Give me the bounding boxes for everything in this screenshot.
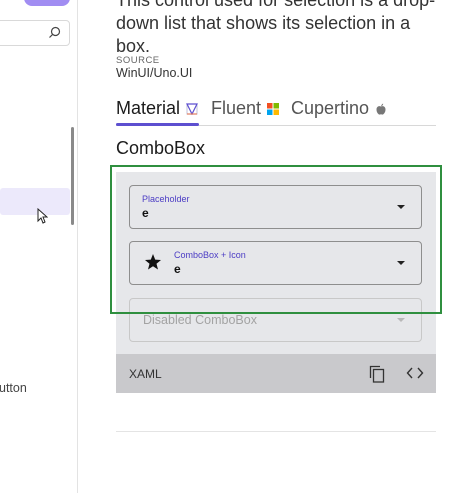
tab-cupertino-label: Cupertino xyxy=(291,98,370,118)
navigation-pane: utton xyxy=(0,0,78,493)
design-tabs: Material Fluent Cupertino xyxy=(116,96,436,126)
disabled-combobox-placeholder: Disabled ComboBox xyxy=(143,313,257,327)
star-icon xyxy=(145,254,161,270)
tab-material-label: Material xyxy=(116,98,181,118)
section-divider xyxy=(116,431,436,432)
chevron-down-icon[interactable] xyxy=(397,261,405,265)
chevron-down-icon xyxy=(397,318,405,322)
tab-cupertino[interactable]: Cupertino xyxy=(291,98,387,126)
source-label: SOURCE xyxy=(116,55,160,66)
mouse-cursor-icon xyxy=(37,208,48,224)
tab-fluent[interactable]: Fluent xyxy=(211,98,280,126)
microsoft-logo-icon xyxy=(267,103,280,115)
combobox-floating-label: Placeholder xyxy=(142,194,190,204)
nav-search-box[interactable] xyxy=(0,20,70,46)
placeholder-combobox[interactable]: Placeholder e xyxy=(129,185,422,229)
nav-item-selected[interactable] xyxy=(0,188,70,215)
combobox-floating-label: ComboBox + Icon xyxy=(174,250,246,260)
disabled-combobox: Disabled ComboBox xyxy=(129,298,422,342)
search-icon[interactable] xyxy=(48,26,61,39)
tab-fluent-label: Fluent xyxy=(211,98,262,118)
source-value: WinUI/Uno.UI xyxy=(116,66,193,80)
code-icon[interactable] xyxy=(406,366,424,380)
xaml-label: XAML xyxy=(129,367,162,381)
active-tab-indicator xyxy=(116,123,199,126)
apple-logo-icon xyxy=(376,103,386,115)
nav-header-button[interactable] xyxy=(24,0,70,6)
chevron-down-icon[interactable] xyxy=(397,205,405,209)
material-logo-icon xyxy=(186,103,199,115)
section-title: ComboBox xyxy=(116,138,206,158)
icon-combobox[interactable]: ComboBox + Icon e xyxy=(129,241,422,285)
combobox-selected-value: e xyxy=(142,206,149,220)
copy-icon[interactable] xyxy=(369,365,385,383)
xaml-toolbar: XAML xyxy=(116,354,436,393)
nav-item-button-label[interactable]: utton xyxy=(0,381,27,395)
control-description: This control used for selection is a dro… xyxy=(116,0,436,56)
combobox-demo-card: Placeholder e ComboBox + Icon e Disabled… xyxy=(116,172,436,354)
tab-material[interactable]: Material xyxy=(116,98,199,126)
nav-scrollbar-thumb[interactable] xyxy=(71,127,74,225)
combobox-selected-value: e xyxy=(174,262,181,276)
